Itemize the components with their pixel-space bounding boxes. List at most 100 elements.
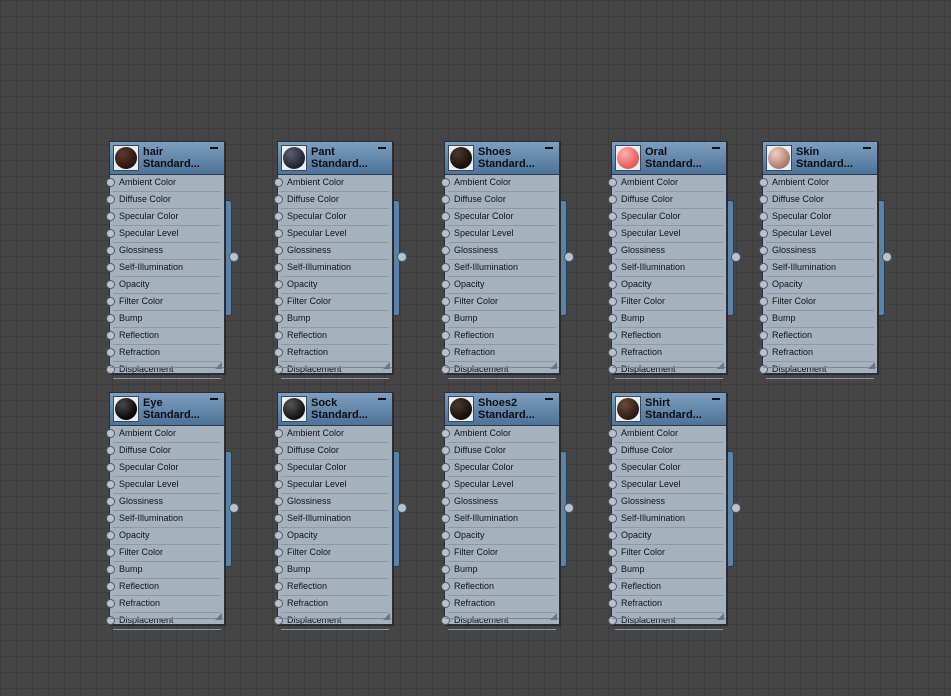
input-slot[interactable]: Diffuse Color <box>274 192 389 209</box>
input-socket[interactable] <box>441 195 450 204</box>
input-socket[interactable] <box>274 246 283 255</box>
input-slot[interactable]: Reflection <box>441 579 556 596</box>
input-socket[interactable] <box>608 246 617 255</box>
collapse-icon[interactable] <box>210 147 218 149</box>
input-slot[interactable]: Bump <box>106 562 221 579</box>
input-socket[interactable] <box>441 497 450 506</box>
input-slot[interactable]: Opacity <box>274 277 389 294</box>
input-slot[interactable]: Bump <box>441 311 556 328</box>
input-slot[interactable]: Glossiness <box>608 494 723 511</box>
node-body[interactable]: Shoes Standard... Ambient Color Diffuse … <box>441 141 560 379</box>
input-slot[interactable]: Specular Level <box>274 226 389 243</box>
output-socket[interactable] <box>731 503 741 513</box>
input-slot[interactable]: Opacity <box>274 528 389 545</box>
input-socket[interactable] <box>106 212 115 221</box>
input-socket[interactable] <box>441 229 450 238</box>
input-socket[interactable] <box>441 463 450 472</box>
resize-grip-icon[interactable] <box>215 613 222 620</box>
input-slot[interactable]: Ambient Color <box>441 426 556 443</box>
input-socket[interactable] <box>608 212 617 221</box>
input-slot[interactable]: Self-Illumination <box>441 511 556 528</box>
input-socket[interactable] <box>274 331 283 340</box>
input-slot[interactable]: Opacity <box>441 528 556 545</box>
input-socket[interactable] <box>608 195 617 204</box>
input-slot[interactable]: Specular Color <box>608 209 723 226</box>
input-slot[interactable]: Diffuse Color <box>441 192 556 209</box>
input-slot[interactable]: Specular Color <box>106 209 221 226</box>
input-slot[interactable]: Diffuse Color <box>759 192 874 209</box>
input-slot[interactable]: Refraction <box>274 596 389 613</box>
collapse-icon[interactable] <box>378 398 386 400</box>
input-slot[interactable]: Ambient Color <box>608 426 723 443</box>
input-socket[interactable] <box>608 531 617 540</box>
input-socket[interactable] <box>608 565 617 574</box>
input-slot[interactable]: Reflection <box>106 328 221 345</box>
input-slot[interactable]: Ambient Color <box>106 426 221 443</box>
input-socket[interactable] <box>441 480 450 489</box>
input-socket[interactable] <box>106 599 115 608</box>
input-socket[interactable] <box>274 582 283 591</box>
input-slot[interactable]: Bump <box>608 311 723 328</box>
resize-grip-icon[interactable] <box>383 362 390 369</box>
input-slot[interactable]: Refraction <box>106 596 221 613</box>
input-socket[interactable] <box>441 531 450 540</box>
input-slot[interactable]: Glossiness <box>441 243 556 260</box>
input-slot[interactable]: Reflection <box>608 328 723 345</box>
input-slot[interactable]: Opacity <box>106 277 221 294</box>
input-socket[interactable] <box>441 297 450 306</box>
node-header[interactable]: Oral Standard... <box>612 142 726 175</box>
input-slot[interactable]: Diffuse Color <box>106 192 221 209</box>
input-slot[interactable]: Opacity <box>608 528 723 545</box>
input-slot[interactable]: Bump <box>608 562 723 579</box>
input-socket[interactable] <box>274 531 283 540</box>
input-slot[interactable]: Ambient Color <box>106 175 221 192</box>
input-socket[interactable] <box>608 599 617 608</box>
input-socket[interactable] <box>274 480 283 489</box>
node-header[interactable]: Pant Standard... <box>278 142 392 175</box>
input-socket[interactable] <box>608 314 617 323</box>
input-slot[interactable]: Reflection <box>274 579 389 596</box>
input-slot[interactable]: Self-Illumination <box>106 511 221 528</box>
input-socket[interactable] <box>608 229 617 238</box>
input-slot[interactable]: Diffuse Color <box>106 443 221 460</box>
input-socket[interactable] <box>106 229 115 238</box>
input-slot[interactable]: Reflection <box>608 579 723 596</box>
input-socket[interactable] <box>759 314 768 323</box>
output-socket[interactable] <box>564 503 574 513</box>
material-node-sock[interactable]: Sock Standard... Ambient Color Diffuse C… <box>274 392 407 630</box>
collapse-icon[interactable] <box>378 147 386 149</box>
input-socket[interactable] <box>274 263 283 272</box>
input-slot[interactable]: Specular Color <box>608 460 723 477</box>
input-slot[interactable]: Filter Color <box>608 294 723 311</box>
input-slot[interactable]: Diffuse Color <box>274 443 389 460</box>
input-socket[interactable] <box>759 280 768 289</box>
input-slot[interactable]: Filter Color <box>441 294 556 311</box>
input-socket[interactable] <box>106 280 115 289</box>
input-socket[interactable] <box>274 565 283 574</box>
input-slot[interactable]: Ambient Color <box>274 175 389 192</box>
input-slot[interactable]: Bump <box>274 311 389 328</box>
input-socket[interactable] <box>759 229 768 238</box>
input-slot[interactable]: Refraction <box>441 596 556 613</box>
input-socket[interactable] <box>441 331 450 340</box>
input-slot[interactable]: Self-Illumination <box>608 511 723 528</box>
input-socket[interactable] <box>274 348 283 357</box>
input-slot[interactable]: Glossiness <box>106 243 221 260</box>
input-slot[interactable]: Specular Color <box>441 209 556 226</box>
node-body[interactable]: Pant Standard... Ambient Color Diffuse C… <box>274 141 393 379</box>
input-slot[interactable]: Filter Color <box>608 545 723 562</box>
node-body[interactable]: hair Standard... Ambient Color Diffuse C… <box>106 141 225 379</box>
input-slot[interactable]: Diffuse Color <box>608 192 723 209</box>
material-node-hair[interactable]: hair Standard... Ambient Color Diffuse C… <box>106 141 239 379</box>
node-body[interactable]: Eye Standard... Ambient Color Diffuse Co… <box>106 392 225 630</box>
input-socket[interactable] <box>608 297 617 306</box>
node-body[interactable]: Shoes2 Standard... Ambient Color Diffuse… <box>441 392 560 630</box>
input-slot[interactable]: Glossiness <box>274 243 389 260</box>
node-header[interactable]: Shirt Standard... <box>612 393 726 426</box>
input-slot[interactable]: Specular Color <box>759 209 874 226</box>
input-socket[interactable] <box>759 331 768 340</box>
input-socket[interactable] <box>441 280 450 289</box>
input-socket[interactable] <box>759 263 768 272</box>
material-node-oral[interactable]: Oral Standard... Ambient Color Diffuse C… <box>608 141 741 379</box>
input-socket[interactable] <box>441 263 450 272</box>
